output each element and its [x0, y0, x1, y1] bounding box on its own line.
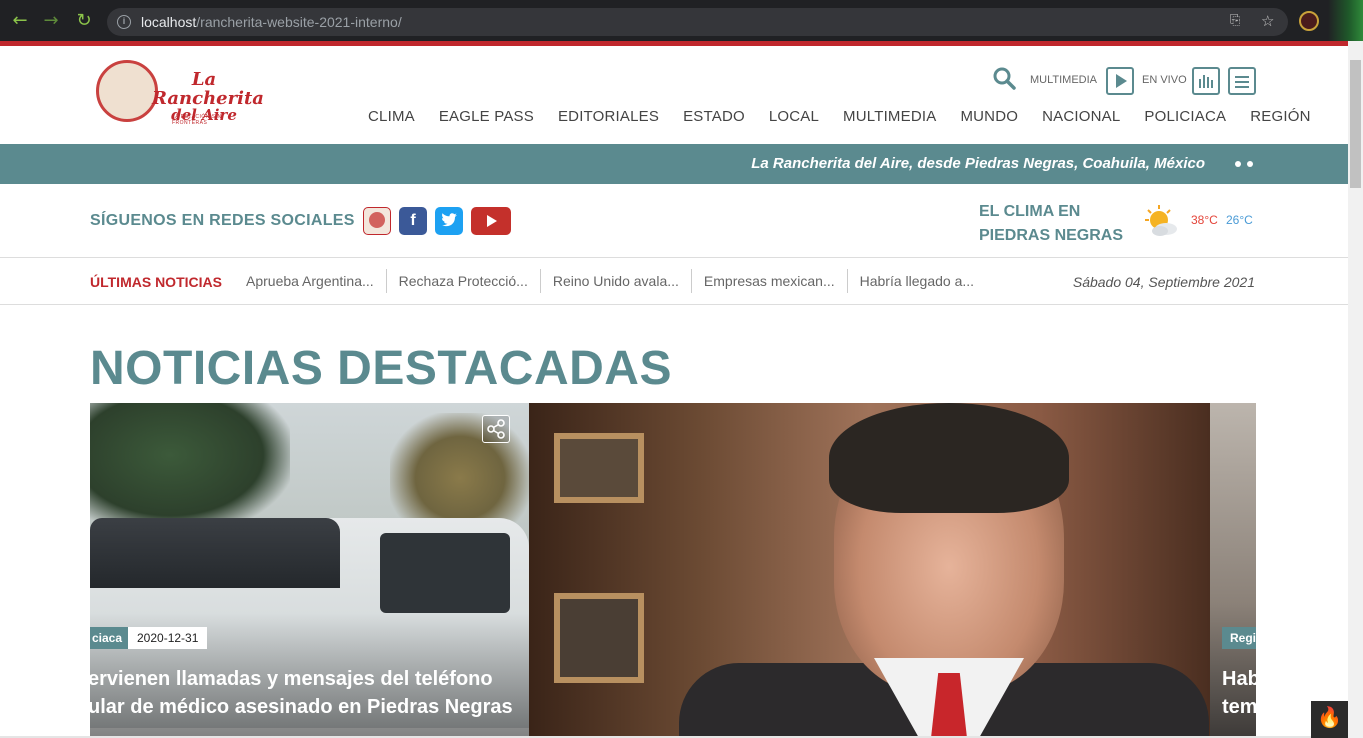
featured-slider: ciaca 2020-12-31 ervienen llamadas y men…	[90, 403, 1256, 738]
translate-icon[interactable]: ⎘	[1230, 13, 1240, 29]
nav-item-clima[interactable]: CLIMA	[356, 107, 427, 127]
category-badge[interactable]: Regi	[1222, 627, 1256, 649]
featured-slide-3[interactable]: Regi Hab tem	[1210, 403, 1256, 738]
star-icon[interactable]: ☆	[1261, 13, 1274, 29]
weather-title: EL CLIMA EN PIEDRAS NEGRAS	[979, 200, 1123, 248]
featured-slide-2[interactable]	[529, 403, 1210, 738]
date-badge: 2020-12-31	[128, 627, 208, 649]
nav-item-editoriales[interactable]: EDITORIALES	[546, 107, 671, 127]
extension-area	[1328, 0, 1363, 41]
last-news-item[interactable]: Reino Unido avala...	[539, 269, 691, 293]
youtube-icon[interactable]	[471, 207, 511, 235]
forward-arrow-icon[interactable]: →	[41, 11, 61, 31]
temperature-max: 38°C	[1191, 213, 1218, 227]
hamburger-menu-icon[interactable]	[1228, 67, 1256, 95]
ticker-text: La Rancherita del Aire, desde Piedras Ne…	[751, 155, 1205, 172]
nav-item-mundo[interactable]: MUNDO	[948, 107, 1030, 127]
slide-headline[interactable]: ervienen llamadas y mensajes del teléfon…	[90, 665, 513, 721]
category-badge[interactable]: ciaca	[90, 627, 131, 649]
slide-image-tree	[90, 403, 290, 533]
envivo-label[interactable]: EN VIVO	[1142, 74, 1187, 86]
scrollbar-thumb[interactable]	[1350, 60, 1361, 188]
nav-item-policiaca[interactable]: POLICIACA	[1132, 107, 1238, 127]
logo-word-1: La	[191, 69, 217, 90]
slide-image-frame	[554, 433, 644, 503]
equalizer-icon[interactable]	[1192, 67, 1220, 95]
slide-headline-line-2: tem	[1222, 696, 1256, 718]
weather-title-line-1: EL CLIMA EN	[979, 203, 1081, 220]
address-bar[interactable]: i localhost/rancherita-website-2021-inte…	[107, 8, 1288, 36]
slide-headline[interactable]: Hab tem	[1222, 665, 1256, 721]
info-icon[interactable]: i	[117, 15, 131, 29]
slide-headline-line-1: ervienen llamadas y mensajes del teléfon…	[90, 668, 493, 690]
last-news-item[interactable]: Habría llegado a...	[846, 269, 986, 293]
ticker-dot-1[interactable]	[1235, 161, 1241, 167]
site-logo[interactable]: La Rancherita del Aire LA ESTACIÓN SIN F…	[94, 56, 264, 128]
last-news-item[interactable]: Aprueba Argentina...	[234, 269, 386, 293]
temperature-min: 26°C	[1226, 213, 1253, 227]
browser-toolbar: ← → ↻ i localhost/rancherita-website-202…	[0, 0, 1363, 41]
last-news-bar: ÚLTIMAS NOTICIAS Aprueba Argentina... Re…	[0, 258, 1348, 305]
nav-item-estado[interactable]: ESTADO	[671, 107, 757, 127]
slide-image-window	[380, 533, 510, 613]
site-header: La Rancherita del Aire LA ESTACIÓN SIN F…	[0, 46, 1348, 144]
current-date: Sábado 04, Septiembre 2021	[1072, 274, 1255, 290]
ticker-bar: La Rancherita del Aire, desde Piedras Ne…	[0, 144, 1348, 184]
twitter-icon[interactable]	[435, 207, 463, 235]
last-news-item[interactable]: Empresas mexican...	[690, 269, 847, 293]
ticker-dot-2[interactable]	[1247, 161, 1253, 167]
back-arrow-icon[interactable]: ←	[10, 11, 30, 31]
slide-image-truck-cap	[90, 518, 340, 588]
share-icon[interactable]	[482, 415, 510, 443]
rancherita-app-icon[interactable]	[363, 207, 391, 235]
facebook-icon[interactable]: f	[399, 207, 427, 235]
url-path: /rancherita-website-2021-interno/	[196, 14, 402, 30]
nav-item-multimedia[interactable]: MULTIMEDIA	[831, 107, 948, 127]
nav-item-region[interactable]: REGIÓN	[1238, 107, 1322, 127]
fire-icon: 🔥	[1317, 705, 1342, 729]
main-nav: CLIMA EAGLE PASS EDITORIALES ESTADO LOCA…	[356, 107, 1323, 127]
fire-button[interactable]: 🔥	[1311, 701, 1348, 738]
featured-slide-1[interactable]: ciaca 2020-12-31 ervienen llamadas y men…	[90, 403, 530, 738]
multimedia-label[interactable]: MULTIMEDIA	[1030, 74, 1097, 86]
url-host: localhost	[141, 14, 197, 30]
profile-avatar[interactable]	[1299, 11, 1319, 31]
logo-emblem-icon	[96, 60, 158, 122]
social-title: SÍGUENOS EN REDES SOCIALES	[90, 212, 355, 229]
slide-headline-line-1: Hab	[1222, 668, 1256, 690]
reload-icon[interactable]: ↻	[74, 11, 94, 31]
nav-item-local[interactable]: LOCAL	[757, 107, 831, 127]
logo-tagline: LA ESTACIÓN SIN FRONTERAS	[172, 114, 222, 126]
social-weather-bar: SÍGUENOS EN REDES SOCIALES f EL CLIMA EN…	[0, 184, 1348, 258]
weather-title-line-2: PIEDRAS NEGRAS	[979, 227, 1124, 244]
play-icon[interactable]	[1106, 67, 1134, 95]
slide-image-hair	[829, 403, 1069, 513]
last-news-label: ÚLTIMAS NOTICIAS	[90, 274, 222, 290]
last-news-list: Aprueba Argentina... Rechaza Protecció..…	[234, 269, 986, 293]
last-news-item[interactable]: Rechaza Protecció...	[385, 269, 540, 293]
slide-image-frame	[554, 593, 644, 683]
search-icon[interactable]	[992, 66, 1018, 92]
nav-item-eagle-pass[interactable]: EAGLE PASS	[427, 107, 546, 127]
featured-title: NOTICIAS DESTACADAS	[90, 342, 672, 395]
partly-cloudy-icon	[1144, 204, 1178, 238]
slide-headline-line-2: ular de médico asesinado en Piedras Negr…	[90, 696, 513, 718]
nav-item-nacional[interactable]: NACIONAL	[1030, 107, 1132, 127]
